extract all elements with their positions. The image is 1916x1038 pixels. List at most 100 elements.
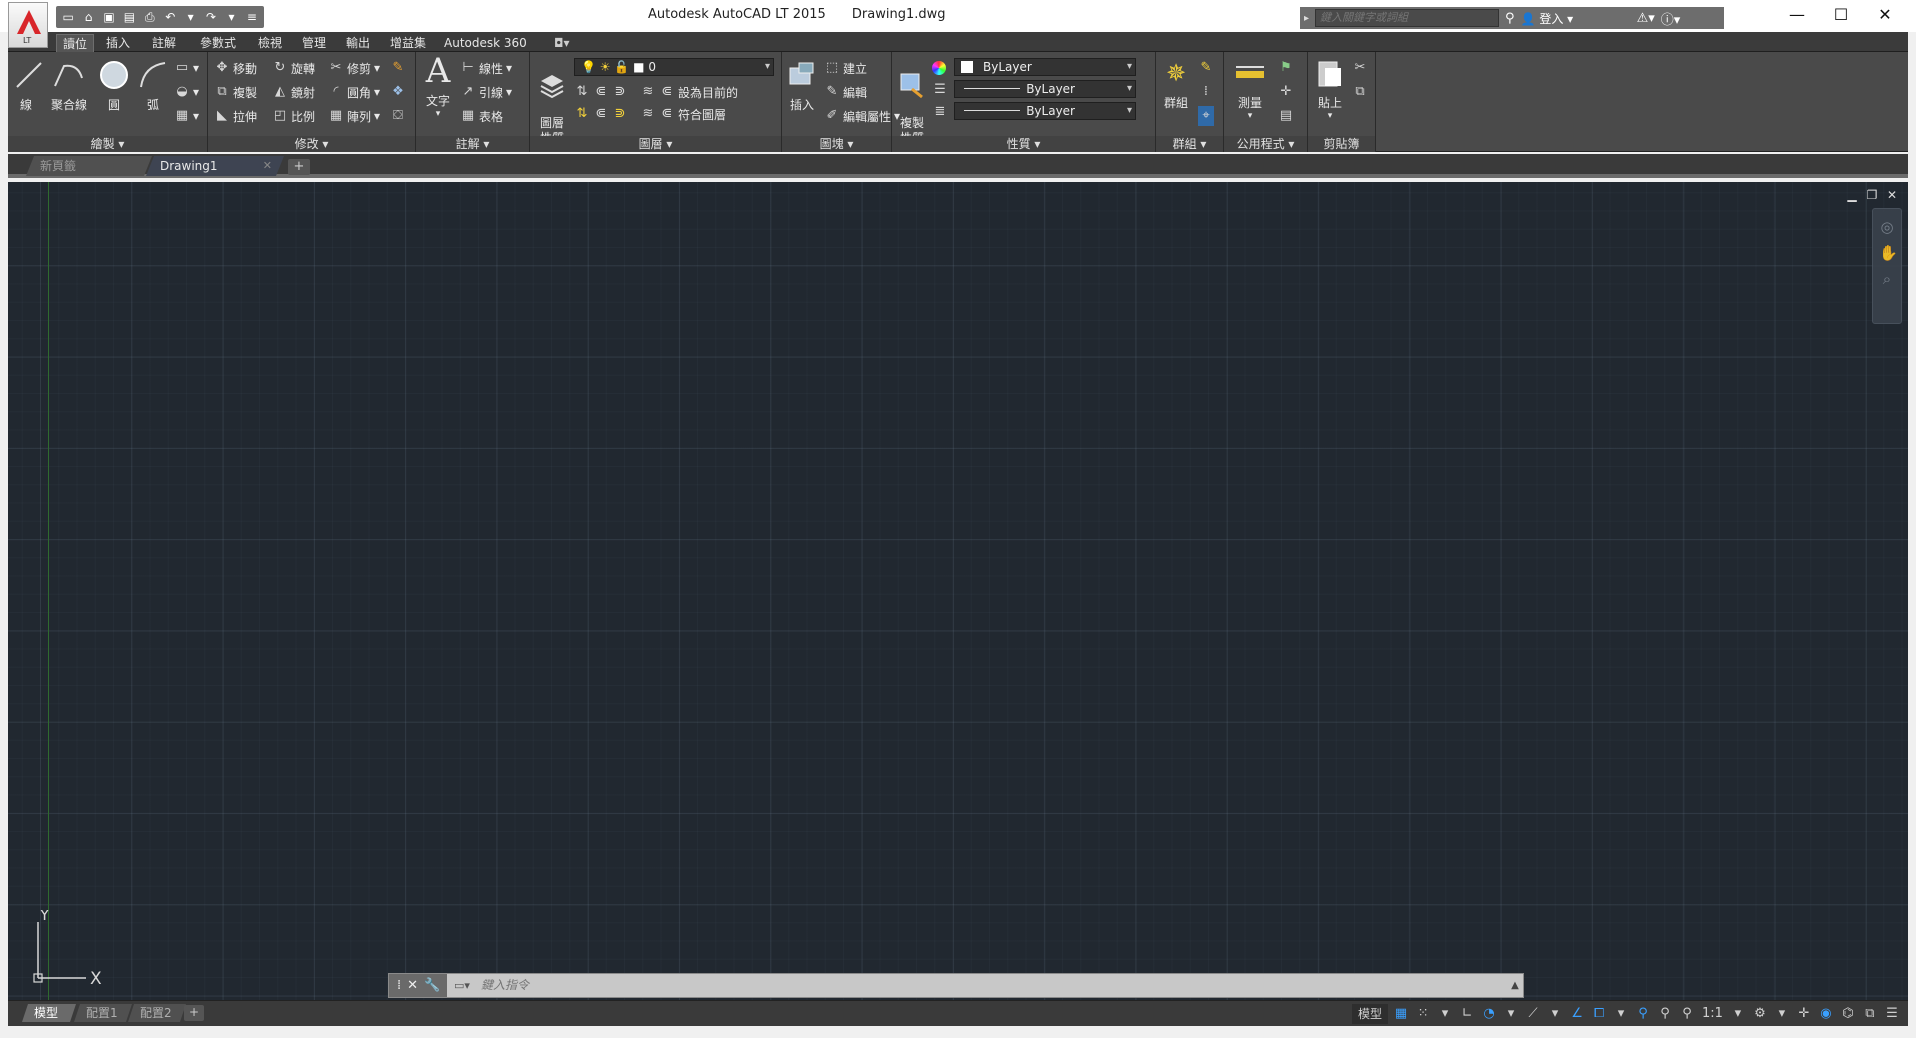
quick-select-icon[interactable]: ⚑ xyxy=(1278,58,1294,78)
move-button[interactable]: ✥ 移動 xyxy=(214,58,257,78)
layer-dropdown[interactable]: 💡 ☀ 🔓 ■ 0 xyxy=(574,58,774,76)
circle-button[interactable]: 圓 xyxy=(96,58,132,113)
exchange-icon[interactable]: ⚠▾ xyxy=(1637,11,1655,26)
layout-tab-layout2[interactable]: 配置2 xyxy=(128,1004,186,1022)
ribbon-tab-addins[interactable]: 增益集 xyxy=(384,34,432,52)
ortho-icon[interactable]: ∟ xyxy=(1458,1004,1476,1024)
rectangle-icon[interactable]: ▭ ▾ xyxy=(174,58,199,78)
calculator-icon[interactable]: ▤ xyxy=(1278,106,1294,126)
ribbon-tab-autodesk360[interactable]: Autodesk 360 xyxy=(438,34,533,52)
zoom-extents-icon[interactable]: ⌕ xyxy=(1879,271,1895,287)
annotation-visibility-icon[interactable]: ⚲ xyxy=(1634,1004,1652,1024)
command-prompt-icon[interactable]: ▭▾ xyxy=(447,979,477,992)
close-command-line-icon[interactable]: ✕ xyxy=(407,978,418,993)
scale-button[interactable]: ◰ 比例 xyxy=(272,106,315,126)
layer-tool-1-icon[interactable]: ⇅ ⋐ ⋑ xyxy=(574,82,628,102)
new-layout-button[interactable]: + xyxy=(184,1005,204,1021)
linetype-dropdown[interactable]: ByLayer xyxy=(954,80,1136,98)
ribbon-options-icon[interactable]: ◘▾ xyxy=(548,34,576,52)
save-as-icon[interactable]: ▤ xyxy=(121,9,137,25)
viewport-close-icon[interactable]: ✕ xyxy=(1884,188,1900,202)
object-snap-icon[interactable]: ⧠ xyxy=(1590,1004,1608,1024)
save-icon[interactable]: ▣ xyxy=(101,9,117,25)
undo-dropdown-icon[interactable]: ▾ xyxy=(182,9,198,25)
hardware-acceleration-icon[interactable]: ⌬ xyxy=(1839,1004,1857,1024)
layer-properties-button[interactable]: 圖層 性質 xyxy=(534,56,570,146)
pan-hand-icon[interactable]: ✋ xyxy=(1879,245,1898,261)
drawing1-tab[interactable]: Drawing1 ✕ xyxy=(146,156,284,176)
undo-icon[interactable]: ↶ xyxy=(162,9,178,25)
ungroup-icon[interactable]: ⁞ xyxy=(1198,82,1214,102)
redo-dropdown-icon[interactable]: ▾ xyxy=(223,9,239,25)
polyline-button[interactable]: 聚合線 xyxy=(48,58,90,113)
measure-button[interactable]: 測量 ▾ xyxy=(1230,56,1270,121)
customize-wrench-icon[interactable]: 🔧 xyxy=(424,978,440,993)
linear-dimension-button[interactable]: ⊢ 線性 ▾ xyxy=(460,58,512,78)
boundary-icon[interactable]: ▦ ▾ xyxy=(174,106,199,126)
ribbon-tab-home[interactable]: 讀位 xyxy=(56,34,95,52)
stretch-button[interactable]: ◣ 拉伸 xyxy=(214,106,257,126)
layer-tool-2-icon[interactable]: ⇅ ⋐ ⋑ xyxy=(574,104,628,124)
fillet-button[interactable]: ◜ 圓角 ▾ xyxy=(328,82,380,102)
annotation-scale[interactable]: 1:1 xyxy=(1700,1004,1725,1024)
lineweight-dropdown[interactable]: ByLayer xyxy=(954,102,1136,120)
block-panel-title[interactable]: 圖塊 ▾ xyxy=(782,136,891,152)
help-icon[interactable]: ⓘ▾ xyxy=(1661,9,1681,28)
layout-tab-layout1[interactable]: 配置1 xyxy=(74,1004,132,1022)
annotation-scale-icon[interactable]: ⚲ xyxy=(1678,1004,1696,1024)
edit-attributes-button[interactable]: ✐ 編輯屬性 ▾ xyxy=(824,106,901,126)
line-button[interactable]: 線 xyxy=(12,58,42,113)
snap-icon[interactable]: ⁙ xyxy=(1414,1004,1432,1024)
group-edit-icon[interactable]: ✎ xyxy=(1198,58,1214,78)
draw-panel-title[interactable]: 繪製 ▾ xyxy=(8,136,207,152)
erase-icon[interactable]: ✎ xyxy=(390,58,406,78)
steering-wheel-icon[interactable]: ◎ xyxy=(1879,219,1895,235)
expand-search-icon[interactable]: ▸ xyxy=(1304,13,1309,24)
array-button[interactable]: ▦ 陣列 ▾ xyxy=(328,106,380,126)
ribbon-tab-view[interactable]: 檢視 xyxy=(252,34,288,52)
offset-icon[interactable]: ⛋ xyxy=(390,106,406,126)
annotation-monitor-icon[interactable]: ✛ xyxy=(1795,1004,1813,1024)
group-selection-icon[interactable]: ⌖ xyxy=(1198,106,1214,126)
ribbon-tab-insert[interactable]: 插入 xyxy=(100,34,136,52)
layout-tab-model[interactable]: 模型 xyxy=(22,1004,76,1022)
command-input[interactable] xyxy=(477,975,1507,996)
ribbon-tab-manage[interactable]: 管理 xyxy=(296,34,332,52)
maximize-window-button[interactable]: ☐ xyxy=(1818,0,1864,32)
cut-icon[interactable]: ✂ xyxy=(1352,58,1368,78)
paste-button[interactable]: 貼上 ▾ xyxy=(1312,56,1348,121)
edit-block-button[interactable]: ✎ 編輯 xyxy=(824,82,867,102)
isolate-objects-icon[interactable]: ◉ xyxy=(1817,1004,1835,1024)
signin-button[interactable]: 👤 登入 ▾ xyxy=(1521,10,1631,27)
layers-panel-title[interactable]: 圖層 ▾ xyxy=(530,136,781,152)
match-properties-button[interactable]: 複製 性質 xyxy=(894,56,930,146)
open-file-icon[interactable]: ⌂ xyxy=(80,9,96,25)
auto-scale-icon[interactable]: ⚲ xyxy=(1656,1004,1674,1024)
workspace-dropdown-icon[interactable]: ▾ xyxy=(1773,1004,1791,1024)
copy-clip-icon[interactable]: ⧉ xyxy=(1352,82,1368,102)
ribbon-tab-annotate[interactable]: 註解 xyxy=(146,34,182,52)
clean-screen-icon[interactable]: ⧉ xyxy=(1861,1004,1879,1024)
mirror-button[interactable]: ◭ 鏡射 xyxy=(272,82,315,102)
properties-panel-title[interactable]: 性質 ▾ xyxy=(892,136,1155,152)
utilities-panel-title[interactable]: 公用程式 ▾ xyxy=(1224,136,1307,152)
annotation-panel-title[interactable]: 註解 ▾ xyxy=(416,136,529,152)
object-snap-tracking-icon[interactable]: ∠ xyxy=(1568,1004,1586,1024)
arc-button[interactable]: 弧 xyxy=(136,58,170,113)
command-line-grip[interactable]: ⁞ ✕ 🔧 xyxy=(389,974,447,997)
isodraft-icon[interactable]: ⟋ xyxy=(1524,1004,1542,1024)
copy-button[interactable]: ⧉ 複製 xyxy=(214,82,257,102)
binoculars-icon[interactable]: ⚲ xyxy=(1505,11,1515,26)
set-current-layer-button[interactable]: ≋ ⋐ 設為目前的 xyxy=(640,82,738,102)
customize-statusbar-icon[interactable]: ☰ xyxy=(1883,1004,1901,1024)
grip-icon[interactable]: ⁞ xyxy=(397,978,401,993)
polar-tracking-icon[interactable]: ◔ xyxy=(1480,1004,1498,1024)
text-button[interactable]: A 文字 ▾ xyxy=(420,51,456,119)
isodraft-dropdown-icon[interactable]: ▾ xyxy=(1546,1004,1564,1024)
annotation-scale-dropdown-icon[interactable]: ▾ xyxy=(1729,1004,1747,1024)
command-history-icon[interactable]: ▲ xyxy=(1507,980,1523,991)
customize-qat-icon[interactable]: ≡ xyxy=(244,9,260,25)
redo-icon[interactable]: ↷ xyxy=(203,9,219,25)
ribbon-tab-output[interactable]: 輸出 xyxy=(340,34,376,52)
groups-panel-title[interactable]: 群組 ▾ xyxy=(1156,136,1223,152)
